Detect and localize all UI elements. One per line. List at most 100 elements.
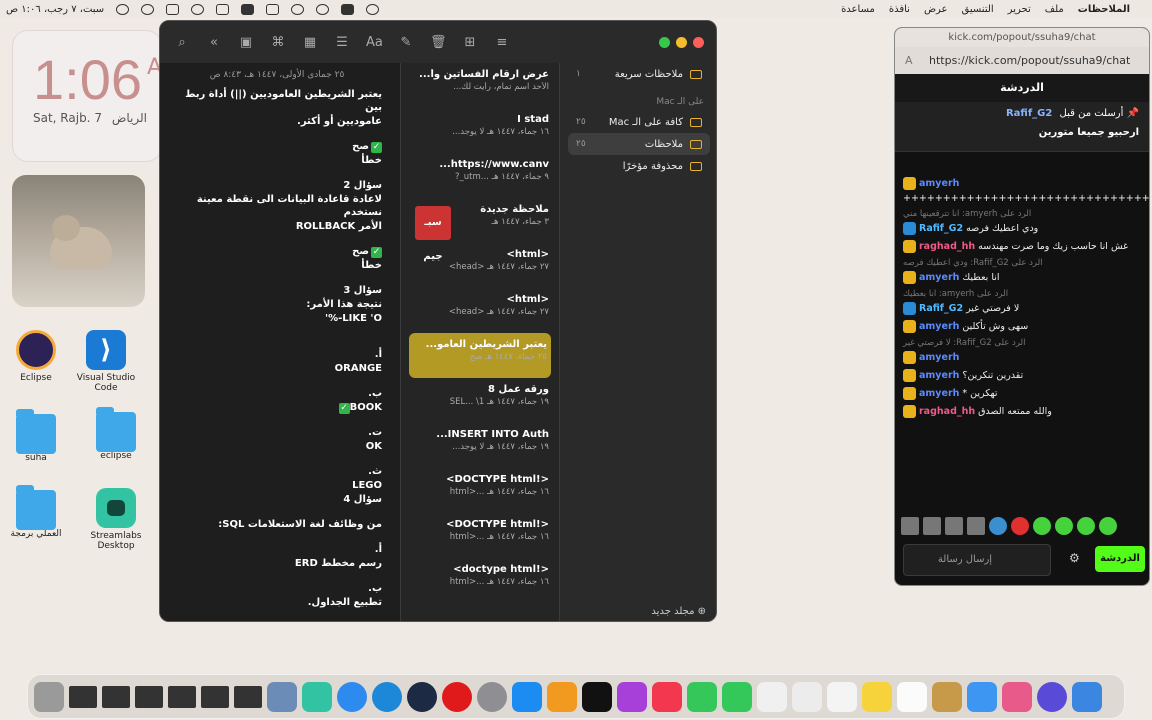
chat-message[interactable]: amyerh سهى وش تأكلين bbox=[903, 320, 1139, 333]
desktop-icon-streamlabs[interactable]: Streamlabs Desktop bbox=[74, 488, 158, 551]
chat-message[interactable]: الرد على amyerh: انا بعطيك Rafif_G2 لا فرص… bbox=[903, 289, 1139, 315]
battery-icon[interactable] bbox=[216, 3, 230, 15]
emote-icon[interactable] bbox=[1011, 517, 1029, 535]
emote-icon[interactable] bbox=[1099, 517, 1117, 535]
emote-icon[interactable] bbox=[1077, 517, 1095, 535]
photo-widget[interactable] bbox=[12, 175, 145, 307]
minimize-button[interactable] bbox=[676, 37, 687, 48]
note-list-item[interactable]: <!doctype html> ١٦ جماء، ١٤٤٧ هـ ...<html bbox=[401, 558, 559, 603]
checklist-icon[interactable]: ☰ bbox=[334, 35, 350, 50]
emote-icon[interactable] bbox=[967, 517, 985, 535]
photos-app-icon[interactable] bbox=[757, 681, 787, 712]
reader-icon[interactable]: A bbox=[905, 47, 913, 74]
note-list-item[interactable]: https://www.canv... ٩ جماء، ١٤٤٧ هـ ...ut… bbox=[401, 153, 559, 198]
chevron-double-left-icon[interactable]: « bbox=[206, 35, 222, 50]
chat-input[interactable]: إرسال رسالة bbox=[903, 544, 1051, 576]
note-list-item[interactable]: INSERT INTO Auth... ١٩ جماء، ١٤٤٧ هـ لا ي… bbox=[401, 423, 559, 468]
finder-icon[interactable] bbox=[1072, 681, 1102, 712]
pinned-message[interactable]: 📌 أرسلت من قبل Rafif_G2 ارحبيو جميعا متو… bbox=[895, 102, 1149, 152]
note-list-item-selected[interactable]: يعتبر الشريطين العامو... ٢٥ جماء، ١٤٤٧ هـ… bbox=[409, 333, 551, 378]
emote-icon[interactable] bbox=[901, 517, 919, 535]
desktop-icon-practical[interactable]: العملي برمجة bbox=[0, 485, 78, 539]
table-icon[interactable]: ▦ bbox=[302, 35, 318, 50]
note-list-item[interactable]: <!DOCTYPE html> ١٦ جماء، ١٤٤٧ هـ ...<html bbox=[401, 513, 559, 558]
chat-message[interactable]: amyerh ++++++++++++++++++++++++++++++++++… bbox=[903, 177, 1149, 204]
compose-icon[interactable]: ✎ bbox=[398, 35, 414, 50]
notes-app-icon[interactable] bbox=[862, 681, 892, 712]
opera-app-icon[interactable] bbox=[442, 681, 472, 712]
chat-message[interactable]: raghad_hh غش انا حاسب زيك وما صرت مهندسه bbox=[903, 240, 1139, 253]
chat-username[interactable]: amyerh bbox=[919, 388, 959, 399]
trash-icon[interactable] bbox=[34, 681, 64, 712]
clock-widget[interactable]: 1:06 A Sat, Rajb. 7 الرياض bbox=[12, 30, 162, 162]
emote-icon[interactable] bbox=[1055, 517, 1073, 535]
share-icon[interactable]: ⌘ bbox=[270, 35, 286, 50]
desktop-icon-vscode[interactable]: ⟩ Visual Studio Code bbox=[64, 330, 148, 393]
chat-message[interactable]: الرد على Rafif_G2: لا فرصتي غير amyerh bbox=[903, 338, 1139, 364]
clock-status-icon[interactable] bbox=[191, 3, 205, 15]
app-store-icon[interactable] bbox=[512, 681, 542, 712]
chat-username[interactable]: raghad_hh bbox=[919, 241, 975, 252]
chat-message[interactable]: الرد على Rafif_G2: ودي اعطيك فرصه amyerh ا… bbox=[903, 258, 1139, 284]
reminders-app-icon[interactable] bbox=[827, 681, 857, 712]
gallery-view-icon[interactable]: ⊞ bbox=[462, 35, 478, 50]
trash-icon[interactable]: 🗑 bbox=[430, 35, 447, 50]
chat-message[interactable]: amyerh تقدرين تنكرين؟ bbox=[903, 369, 1139, 382]
menu-view[interactable]: عرض bbox=[924, 4, 948, 15]
obs-app-icon[interactable] bbox=[407, 681, 437, 712]
close-button[interactable] bbox=[693, 37, 704, 48]
safari-app-icon[interactable] bbox=[337, 681, 367, 712]
search-icon[interactable] bbox=[141, 3, 155, 15]
window-thumbnail[interactable] bbox=[168, 685, 196, 708]
siri-icon[interactable] bbox=[1037, 681, 1067, 712]
pinned-user[interactable]: Rafif_G2 bbox=[1006, 108, 1052, 119]
emote-icon[interactable] bbox=[945, 517, 963, 535]
menu-help[interactable]: مساعدة bbox=[841, 4, 875, 15]
streamlabs-status-icon[interactable] bbox=[341, 3, 355, 15]
wifi-icon[interactable] bbox=[266, 3, 280, 15]
chat-username[interactable]: amyerh bbox=[919, 321, 959, 332]
note-list-item[interactable]: <html> ٢٧ جماء، ١٤٤٧ هـ <head> bbox=[401, 243, 559, 288]
window-thumbnail[interactable] bbox=[135, 685, 163, 708]
launchpad-icon[interactable] bbox=[1002, 681, 1032, 712]
sidebar-item-recently-deleted[interactable]: محذوفة مؤخرًا bbox=[568, 155, 710, 177]
new-folder-button[interactable]: ⊕ مجلد جديد bbox=[651, 606, 706, 617]
sidebar-item-notes[interactable]: ملاحظات ٢٥ bbox=[568, 133, 710, 155]
menubar-clock[interactable]: سبت، ٧ رجب، ١:٠٦ ص bbox=[6, 4, 104, 15]
note-list-item[interactable]: I stad ١٦ جماء، ١٤٤٧ هـ لا يوجد... bbox=[401, 108, 559, 153]
window-thumbnail[interactable] bbox=[201, 685, 229, 708]
emote-icon[interactable] bbox=[989, 517, 1007, 535]
window-thumbnail[interactable] bbox=[234, 685, 262, 708]
podcasts-app-icon[interactable] bbox=[617, 681, 647, 712]
window-thumbnail[interactable] bbox=[102, 685, 130, 708]
chat-username[interactable]: raghad_hh bbox=[919, 406, 975, 417]
chat-message[interactable]: raghad_hh والله ممتعه الصدق bbox=[903, 405, 1139, 418]
menu-app-name[interactable]: الملاحظات bbox=[1078, 4, 1130, 15]
note-list-item[interactable]: <html> ٢٧ جماء، ١٤٤٧ هـ <head> bbox=[401, 288, 559, 333]
chat-username[interactable]: amyerh bbox=[919, 370, 959, 381]
note-list-item[interactable]: ورقه عمل 8 ١٩ جماء، ١٤٤٧ هـ SEL... \1 bbox=[401, 378, 559, 423]
send-chat-button[interactable]: الدردشة bbox=[1095, 546, 1145, 572]
music-app-icon[interactable] bbox=[652, 681, 682, 712]
contacts-app-icon[interactable] bbox=[932, 681, 962, 712]
apple-tv-app-icon[interactable] bbox=[582, 681, 612, 712]
settings-app-icon[interactable] bbox=[477, 681, 507, 712]
note-list-item[interactable]: <!DOCTYPE html> ١٦ جماء، ١٤٤٧ هـ ...<html bbox=[401, 468, 559, 513]
menu-format[interactable]: التنسيق bbox=[962, 4, 994, 15]
bluetooth-icon[interactable] bbox=[316, 3, 330, 15]
control-center-icon[interactable] bbox=[166, 3, 180, 15]
shield-icon[interactable] bbox=[366, 3, 380, 15]
gear-icon[interactable]: ⚙ bbox=[1069, 551, 1080, 565]
menu-file[interactable]: ملف bbox=[1045, 4, 1064, 15]
messages-app-icon[interactable] bbox=[722, 681, 752, 712]
colorwheel-icon[interactable] bbox=[116, 3, 130, 15]
url-bar[interactable]: Ahttps://kick.com/popout/ssuha9/chat bbox=[895, 47, 1149, 74]
sidebar-item-quick-notes[interactable]: ملاحظات سريعة ١ bbox=[568, 63, 710, 85]
note-editor[interactable]: ٢٥ جمادى الأولى، ١٤٤٧ هـ، ٨:٤٣ ص يعتبر ا… bbox=[160, 63, 400, 621]
zoom-button[interactable] bbox=[659, 37, 670, 48]
chat-username[interactable]: amyerh bbox=[919, 352, 959, 363]
chat-message[interactable]: amyerh تهكرين * bbox=[903, 387, 1139, 400]
chat-username[interactable]: Rafif_G2 bbox=[919, 303, 963, 314]
preview-app-icon[interactable] bbox=[267, 681, 297, 712]
chat-username[interactable]: amyerh bbox=[919, 272, 959, 283]
